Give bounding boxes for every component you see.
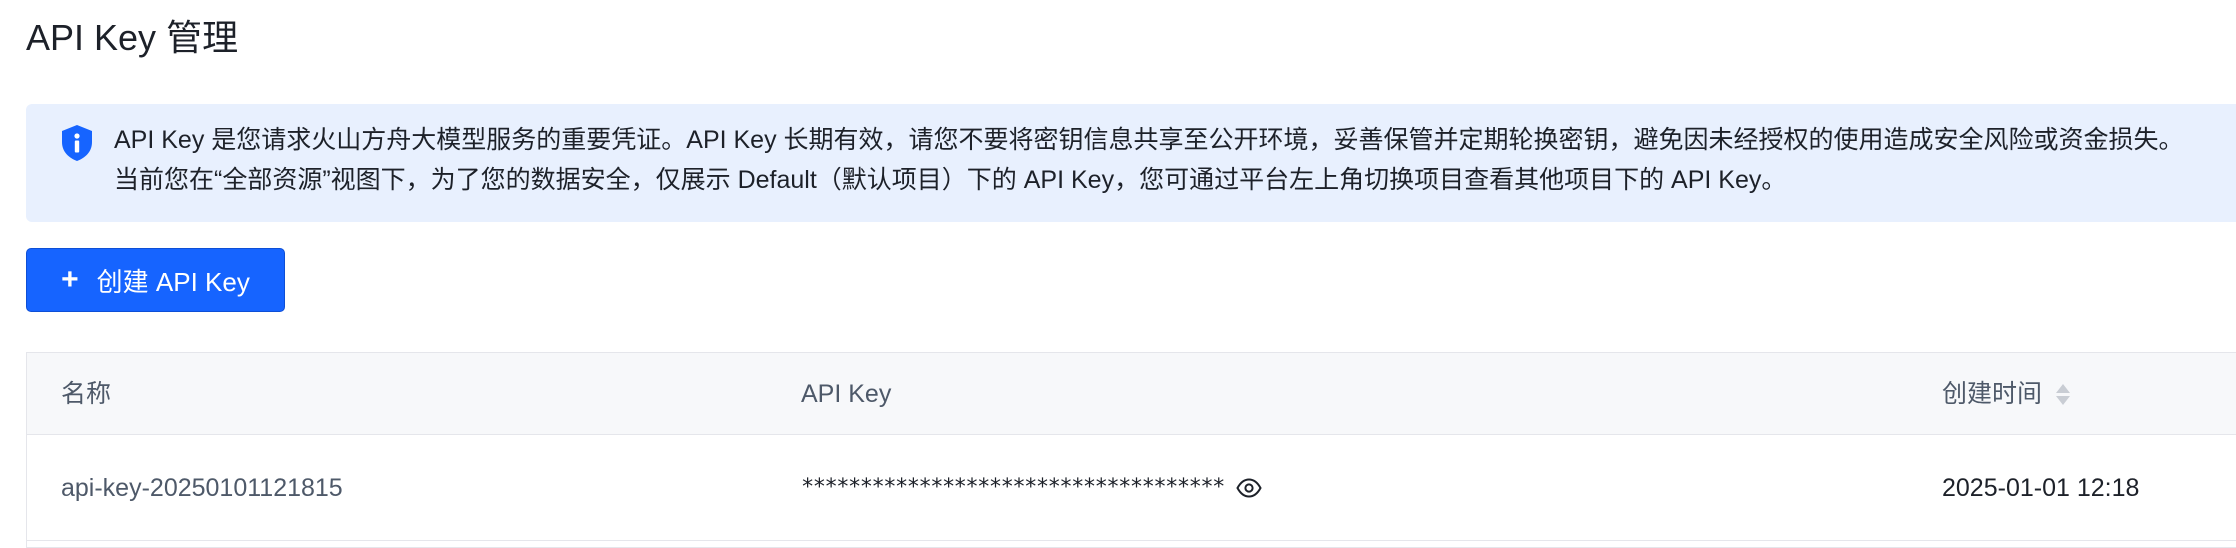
- create-api-key-label: 创建 API Key: [96, 266, 250, 297]
- info-notice: API Key 是您请求火山方舟大模型服务的重要凭证。API Key 长期有效，…: [26, 104, 2236, 222]
- column-header-name: 名称: [61, 380, 112, 408]
- api-key-name: api-key-20250101121815: [61, 474, 343, 502]
- column-header-created-time[interactable]: 创建时间: [1942, 353, 2071, 435]
- create-api-key-button[interactable]: + 创建 API Key: [26, 248, 285, 312]
- plus-icon: +: [61, 263, 79, 296]
- table-header: 名称 API Key 创建时间: [27, 353, 2236, 435]
- table-row: api-key-20250101121815 *****************…: [27, 435, 2236, 541]
- masked-api-key: ************************************: [801, 475, 1225, 500]
- api-key-management-page: API Key 管理 API Key 是您请求火山方舟大模型服务的重要凭证。AP…: [0, 0, 2236, 548]
- notice-line-2: 当前您在“全部资源”视图下，为了您的数据安全，仅展示 Default（默认项目）…: [114, 166, 1787, 194]
- sort-icon[interactable]: [2056, 383, 2071, 405]
- api-key-value-cell: ************************************: [801, 435, 1262, 541]
- notice-text: API Key 是您请求火山方舟大模型服务的重要凭证。API Key 长期有效，…: [114, 120, 2184, 200]
- api-key-table: 名称 API Key 创建时间 api-key-20250101121815 *…: [26, 352, 2236, 548]
- eye-icon[interactable]: [1236, 478, 1262, 498]
- created-time: 2025-01-01 12:18: [1942, 474, 2140, 502]
- shield-info-icon: [62, 125, 92, 161]
- notice-line-1: API Key 是您请求火山方舟大模型服务的重要凭证。API Key 长期有效，…: [114, 126, 2184, 154]
- page-title: API Key 管理: [26, 17, 239, 58]
- column-header-api-key: API Key: [801, 380, 892, 408]
